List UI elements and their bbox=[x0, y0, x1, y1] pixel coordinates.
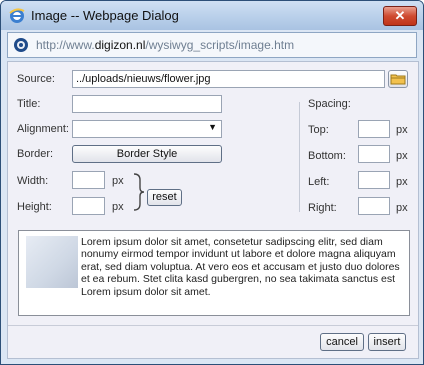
title-label: Title: bbox=[17, 98, 41, 110]
width-unit: px bbox=[112, 175, 124, 187]
address-bar: http://www.digizon.nl/wysiwyg_scripts/im… bbox=[7, 32, 417, 58]
cancel-button[interactable]: cancel bbox=[320, 333, 364, 351]
spacing-left-label: Left: bbox=[308, 176, 330, 188]
dropdown-arrow-icon: ▼ bbox=[208, 122, 217, 132]
border-style-button[interactable]: Border Style bbox=[72, 145, 222, 163]
title-input[interactable] bbox=[72, 95, 222, 113]
spacing-bottom-input[interactable] bbox=[358, 145, 390, 163]
column-divider bbox=[299, 102, 300, 212]
title-bar[interactable]: Image -- Webpage Dialog ✕ bbox=[1, 1, 423, 30]
alignment-select[interactable]: ▼ bbox=[72, 120, 222, 138]
border-label: Border: bbox=[17, 148, 54, 160]
image-preview: Lorem ipsum dolor sit amet, consetetur s… bbox=[18, 230, 410, 316]
spacing-top-label: Top: bbox=[308, 124, 329, 136]
width-label: Width: bbox=[17, 175, 49, 187]
spacing-right-label: Right: bbox=[308, 202, 337, 214]
height-label: Height: bbox=[17, 201, 52, 213]
spacing-top-input[interactable] bbox=[358, 120, 390, 138]
height-input[interactable] bbox=[72, 197, 105, 215]
link-brace-icon bbox=[133, 173, 145, 211]
spacing-top-unit: px bbox=[396, 124, 408, 136]
spacing-right-unit: px bbox=[396, 202, 408, 214]
spacing-bottom-label: Bottom: bbox=[308, 150, 346, 162]
source-label: Source: bbox=[17, 73, 55, 85]
window-title: Image -- Webpage Dialog bbox=[31, 8, 179, 23]
spacing-left-input[interactable] bbox=[358, 171, 390, 189]
dialog-content: Source: ../uploads/nieuws/flower.jpg Tit… bbox=[7, 61, 419, 359]
spacing-right-input[interactable] bbox=[358, 197, 390, 215]
dialog-window: Image -- Webpage Dialog ✕ http://www.dig… bbox=[0, 0, 424, 365]
ie-icon bbox=[9, 8, 25, 23]
spacing-bottom-unit: px bbox=[396, 150, 408, 162]
reset-button[interactable]: reset bbox=[147, 189, 182, 206]
width-input[interactable] bbox=[72, 171, 105, 189]
preview-lorem: Lorem ipsum dolor sit amet, consetetur s… bbox=[81, 236, 400, 298]
spacing-left-unit: px bbox=[396, 176, 408, 188]
footer-divider bbox=[8, 325, 418, 326]
address-url: http://www.digizon.nl/wysiwyg_scripts/im… bbox=[36, 38, 294, 52]
close-button[interactable]: ✕ bbox=[383, 6, 417, 26]
insert-button[interactable]: insert bbox=[368, 333, 406, 351]
page-security-icon bbox=[14, 38, 28, 52]
address-path: /wysiwyg_scripts/image.htm bbox=[145, 38, 295, 52]
preview-text: Lorem ipsum dolor sit amet, consetetur s… bbox=[25, 236, 403, 298]
height-unit: px bbox=[112, 201, 124, 213]
folder-icon bbox=[390, 74, 406, 85]
alignment-label: Alignment: bbox=[17, 123, 69, 135]
source-input[interactable]: ../uploads/nieuws/flower.jpg bbox=[72, 70, 385, 88]
browse-button[interactable] bbox=[388, 70, 408, 88]
spacing-label: Spacing: bbox=[308, 98, 351, 110]
address-domain: digizon.nl bbox=[94, 38, 146, 52]
address-prefix: http://www. bbox=[36, 38, 95, 52]
